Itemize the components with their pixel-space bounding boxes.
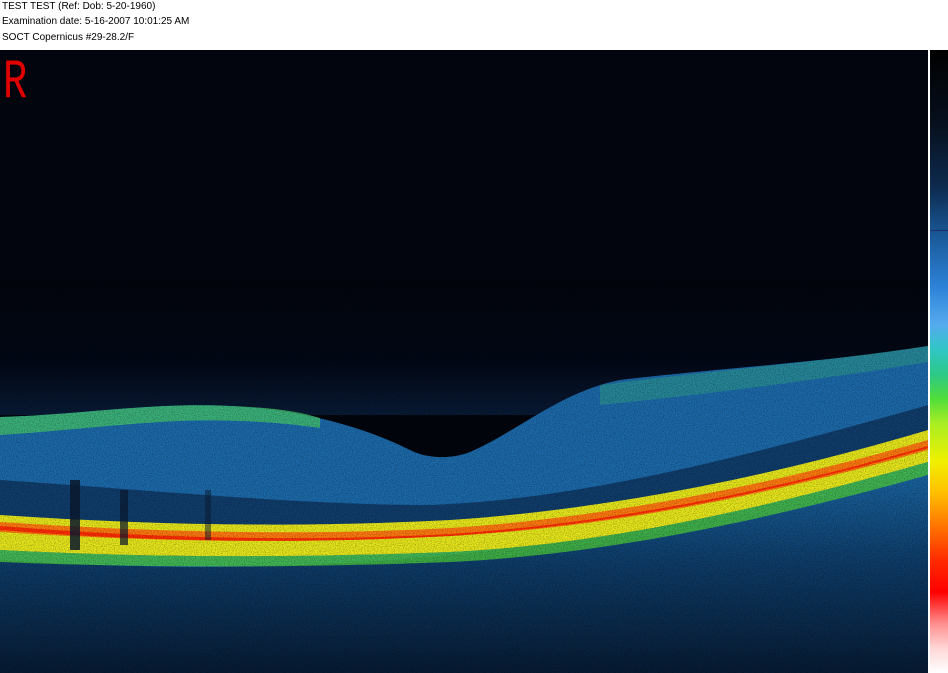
examination-date: Examination date: 5-16-2007 10:01:25 AM	[2, 16, 190, 27]
patient-info: TEST TEST (Ref: Dob: 5-20-1960)	[2, 1, 156, 12]
retina-cross-section	[0, 280, 928, 673]
color-scale-marker[interactable]	[930, 230, 948, 231]
oct-bscan-image[interactable]: R	[0, 50, 928, 673]
scan-info-header: TEST TEST (Ref: Dob: 5-20-1960) Examinat…	[0, 0, 948, 50]
eye-side-label: R	[3, 50, 28, 114]
device-info: SOCT Copernicus #29-28.2/F	[2, 32, 135, 43]
speckle-noise	[0, 280, 928, 673]
intensity-color-scale	[930, 50, 948, 673]
